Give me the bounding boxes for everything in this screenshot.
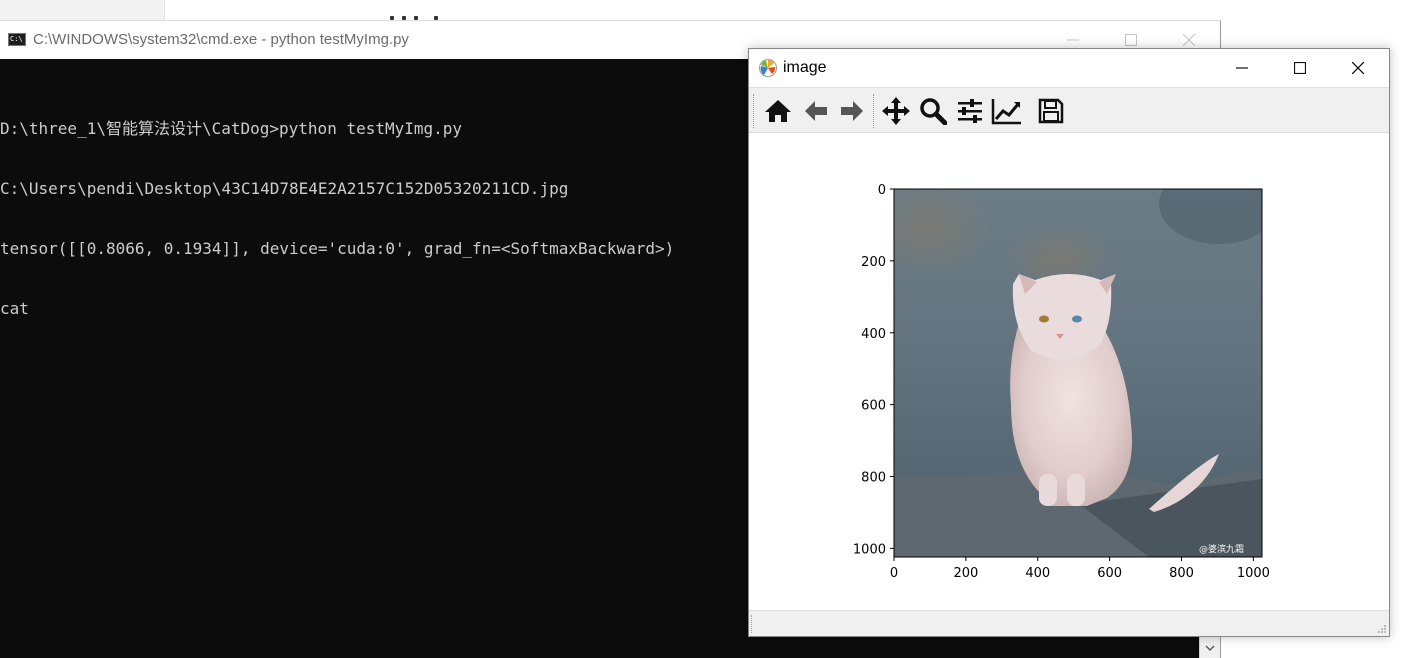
x-tick-label: 800 [1169, 566, 1194, 581]
save-button[interactable] [1034, 95, 1068, 127]
back-button[interactable] [799, 95, 833, 127]
y-tick-label: 1000 [853, 542, 886, 557]
close-icon [1352, 62, 1364, 74]
console-output[interactable]: D:\three_1\智能算法设计\CatDog>python testMyIm… [0, 79, 674, 359]
toolbar-separator [753, 94, 754, 128]
status-separator [751, 615, 752, 633]
forward-button[interactable] [835, 95, 869, 127]
home-icon [765, 100, 791, 122]
pan-button[interactable] [879, 95, 913, 127]
console-line: tensor([[0.8066, 0.1934]], device='cuda:… [0, 239, 675, 258]
arrow-right-icon [841, 101, 863, 121]
y-axis: 0 200 400 600 800 1000 [853, 183, 894, 557]
chevron-down-icon [1205, 645, 1215, 651]
toolbar-separator [873, 94, 874, 128]
console-line: cat [0, 299, 29, 318]
home-button[interactable] [761, 95, 795, 127]
image-maximize-button[interactable] [1271, 49, 1329, 87]
matplotlib-icon [759, 59, 777, 77]
y-tick-label: 400 [861, 327, 886, 342]
maximize-icon [1294, 62, 1306, 74]
y-tick-label: 200 [861, 255, 886, 270]
y-tick-label: 800 [861, 471, 886, 486]
arrow-left-icon [805, 101, 827, 121]
x-axis: 0 200 400 600 800 1000 [890, 557, 1270, 581]
scroll-down-button[interactable] [1199, 637, 1220, 658]
figure-plot[interactable]: @婆滨九霜 0 200 400 600 800 1000 0 200 400 600 800 100… [749, 134, 1389, 610]
move-icon [882, 97, 910, 125]
background-window-strip [0, 0, 165, 20]
image-titlebar[interactable]: image [749, 49, 1389, 87]
status-bar [749, 610, 1389, 636]
subplots-button[interactable] [953, 95, 987, 127]
edit-axis-button[interactable] [990, 95, 1024, 127]
figure-canvas[interactable]: @婆滨九霜 0 200 400 600 800 1000 0 200 400 600 800 100… [749, 134, 1389, 610]
image-window[interactable]: image @婆滨九霜 0 200 400 600 800 1000 0 200… [748, 48, 1390, 637]
photo-watermark: @婆滨九霜 [1199, 543, 1244, 555]
maximize-icon [1125, 34, 1137, 46]
x-tick-label: 1000 [1237, 566, 1270, 581]
image-minimize-button[interactable] [1213, 49, 1271, 87]
x-tick-label: 600 [1097, 566, 1122, 581]
minimize-icon [1067, 39, 1079, 41]
x-tick-label: 0 [890, 566, 898, 581]
x-tick-label: 200 [953, 566, 978, 581]
sliders-icon [958, 99, 982, 123]
minimize-icon [1236, 67, 1248, 69]
chart-line-icon [991, 99, 1021, 125]
close-icon [1183, 34, 1195, 46]
navigation-toolbar [749, 87, 1389, 133]
x-tick-label: 400 [1025, 566, 1050, 581]
cat-photo: @婆滨九霜 [894, 189, 1262, 557]
cmd-window-title: C:\WINDOWS\system32\cmd.exe - python tes… [33, 31, 409, 48]
search-icon [920, 98, 947, 125]
image-window-title: image [783, 59, 827, 76]
zoom-button[interactable] [916, 95, 950, 127]
y-tick-label: 600 [861, 399, 886, 414]
image-close-button[interactable] [1329, 49, 1387, 87]
cmd-app-icon [8, 33, 26, 46]
console-line: D:\three_1\智能算法设计\CatDog>python testMyIm… [0, 119, 463, 138]
console-line: C:\Users\pendi\Desktop\43C14D78E4E2A2157… [0, 179, 569, 198]
resize-grip-icon[interactable] [1377, 624, 1387, 634]
y-tick-label: 0 [878, 183, 886, 198]
floppy-disk-icon [1038, 98, 1064, 124]
